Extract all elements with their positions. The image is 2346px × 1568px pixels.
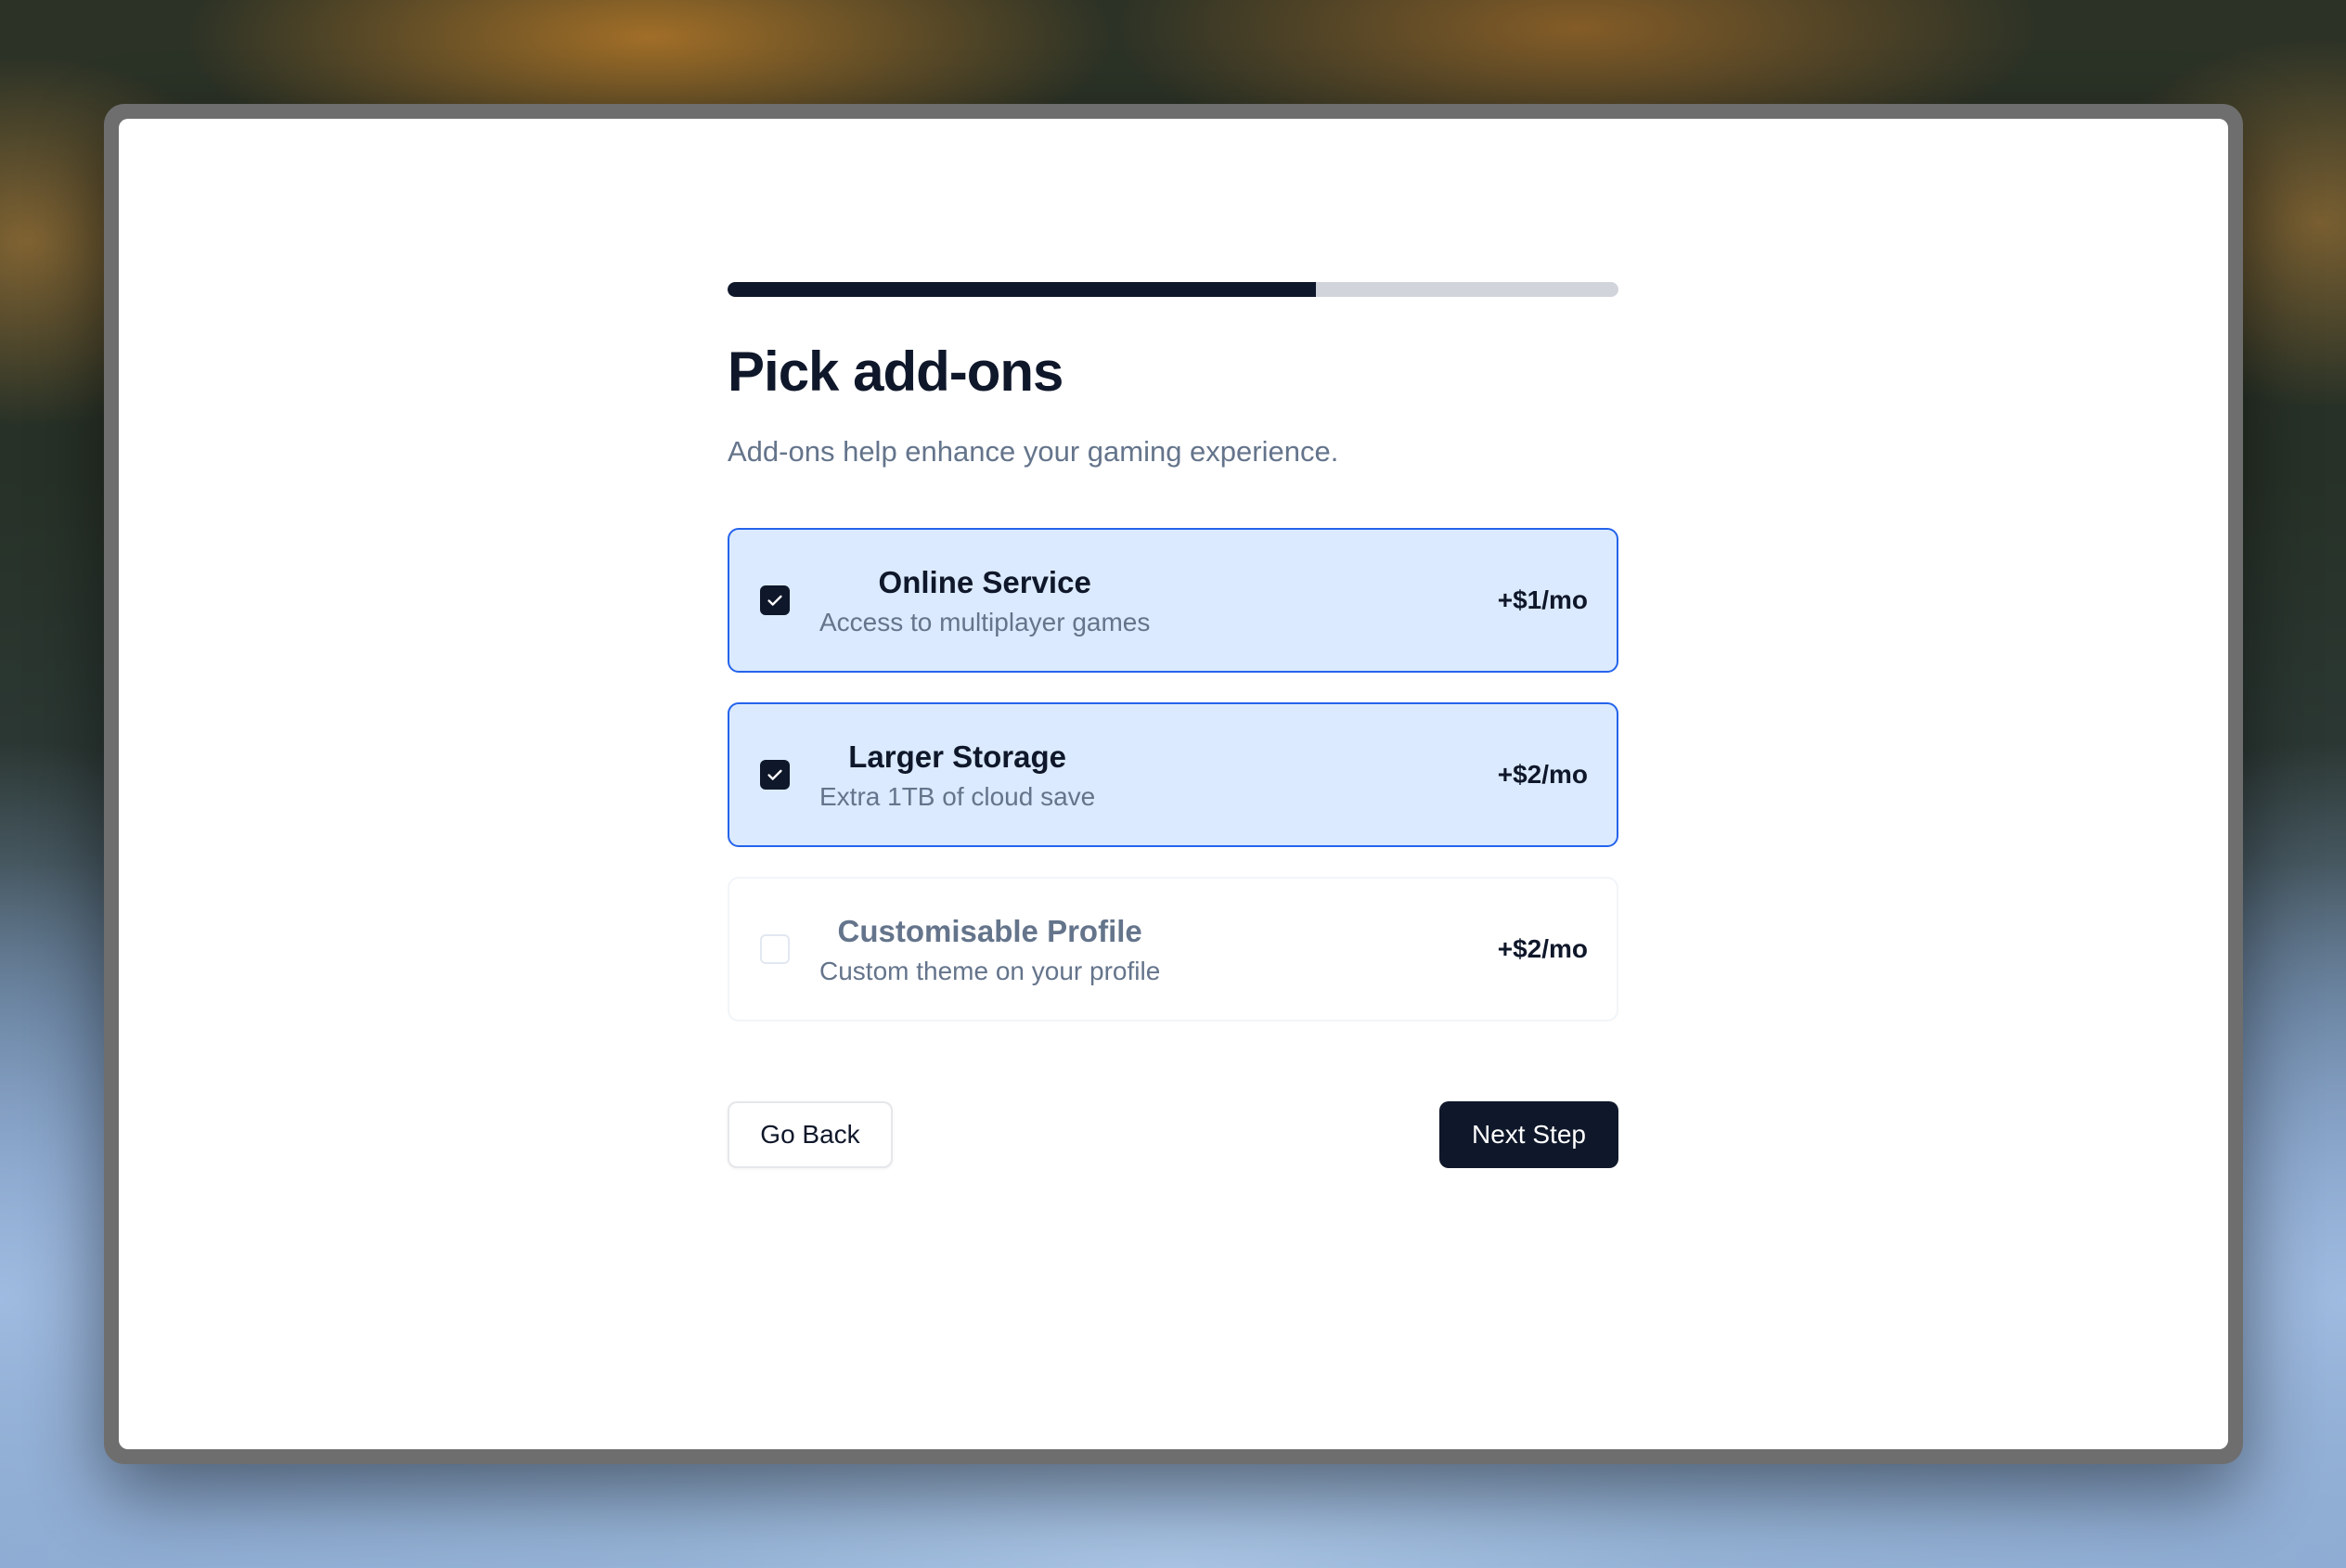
addons-step: Pick add-ons Add-ons help enhance your g… — [728, 282, 1618, 1169]
step-navigation: Go Back Next Step — [728, 1101, 1618, 1169]
customisable-profile-checkbox[interactable] — [760, 934, 790, 965]
app-window: Pick add-ons Add-ons help enhance your g… — [104, 104, 2243, 1464]
addon-text: Online Service Access to multiplayer gam… — [819, 564, 1150, 637]
addon-name: Larger Storage — [848, 739, 1066, 775]
addon-option-customisable-profile[interactable]: Customisable Profile Custom theme on you… — [728, 877, 1618, 1022]
check-icon — [767, 769, 782, 780]
addon-price: +$2/mo — [1497, 760, 1588, 790]
addon-description: Extra 1TB of cloud save — [819, 781, 1096, 811]
addon-description: Access to multiplayer games — [819, 607, 1151, 636]
addon-name: Customisable Profile — [837, 914, 1142, 949]
addon-description: Custom theme on your profile — [819, 956, 1161, 985]
addon-list: Online Service Access to multiplayer gam… — [728, 528, 1618, 1022]
addon-option-online-service[interactable]: Online Service Access to multiplayer gam… — [728, 528, 1618, 674]
check-icon — [767, 595, 782, 606]
addon-option-larger-storage[interactable]: Larger Storage Extra 1TB of cloud save +… — [728, 702, 1618, 848]
page-title: Pick add-ons — [728, 341, 1063, 403]
addon-name: Online Service — [878, 565, 1091, 600]
larger-storage-checkbox[interactable] — [760, 760, 790, 790]
go-back-button[interactable]: Go Back — [728, 1101, 893, 1169]
progress-fill — [728, 282, 1316, 297]
online-service-checkbox[interactable] — [760, 585, 790, 616]
progress-bar — [728, 282, 1618, 297]
window-content: Pick add-ons Add-ons help enhance your g… — [119, 119, 2228, 1449]
addon-text: Customisable Profile Custom theme on you… — [819, 913, 1160, 986]
addon-text: Larger Storage Extra 1TB of cloud save — [819, 739, 1095, 812]
addon-price: +$2/mo — [1497, 934, 1588, 964]
addon-price: +$1/mo — [1497, 585, 1588, 615]
next-step-button[interactable]: Next Step — [1439, 1101, 1618, 1169]
page-subtitle: Add-ons help enhance your gaming experie… — [728, 435, 1339, 468]
